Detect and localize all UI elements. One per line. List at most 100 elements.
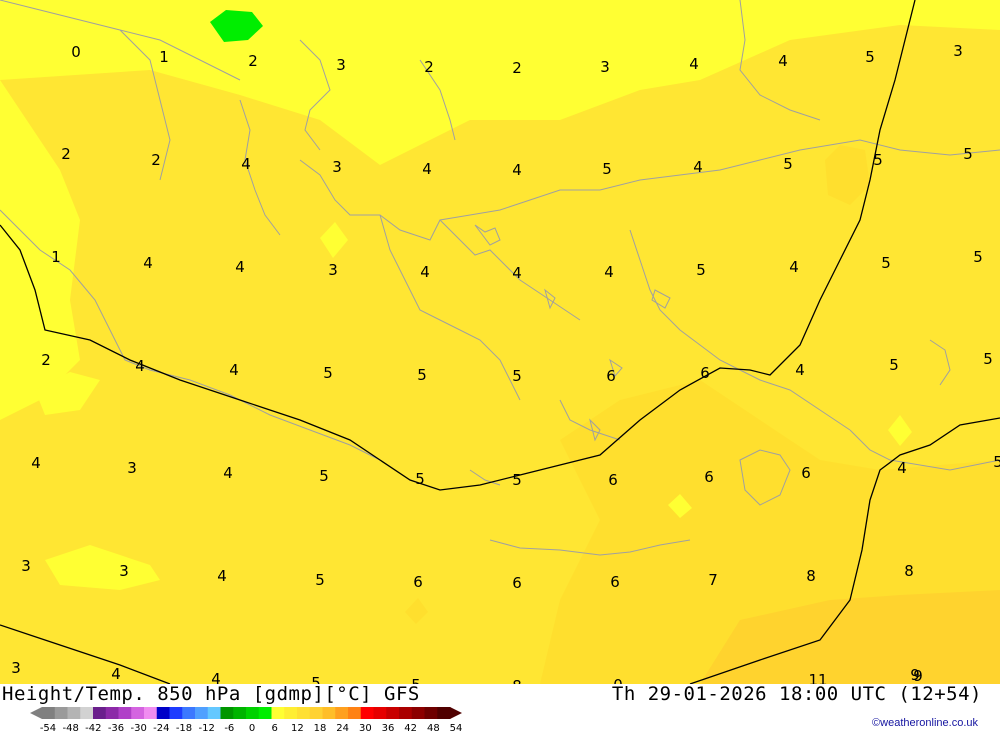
value-label: 5 [783,155,793,173]
value-label: 5 [602,160,612,178]
legend-label: 36 [382,723,395,732]
legend-label: -48 [62,723,78,732]
value-label: 5 [512,367,522,385]
legend-arrow-left [30,707,42,719]
valid-time: Th 29-01-2026 18:00 UTC (12+54) [611,683,982,705]
legend-label: -12 [198,723,214,732]
legend-swatch [284,707,298,719]
value-label: 4 [211,670,221,684]
value-label: 6 [606,367,616,385]
value-label: 2 [512,59,522,77]
legend-label: 6 [271,723,277,732]
value-label: 5 [415,470,425,488]
value-label: 1 [159,48,169,66]
value-label: 5 [315,571,325,589]
value-label: 4 [111,665,121,683]
legend-swatch [144,707,158,719]
weather-map: 0 1 2 3 2 2 3 4 4 5 3 2 2 4 3 4 4 5 4 5 5 5 1 4 4 3 4 4 4 5 4 5 5 2 4 4 5 5 5 6… [0,0,1000,684]
legend-swatch [424,707,438,719]
legend-swatch [207,707,221,719]
legend-swatch [373,707,387,719]
value-label: 4 [31,454,41,472]
legend-swatch [118,707,132,719]
value-label: 4 [241,155,251,173]
value-label: 6 [704,468,714,486]
legend-swatch [411,707,425,719]
legend-arrow-right [450,707,462,719]
value-label: 3 [336,56,346,74]
legend-swatch [386,707,400,719]
value-label: 0 [71,43,81,61]
value-label: 4 [235,258,245,276]
value-label: 1 [51,248,61,266]
value-label: 5 [963,145,973,163]
legend-label: 18 [314,723,327,732]
value-label: 5 [873,151,883,169]
legend-label: 54 [450,723,463,732]
value-label: 3 [119,562,129,580]
legend-swatch [54,707,68,719]
value-label: 2 [151,151,161,169]
value-label: 4 [689,55,699,73]
value-label: 3 [11,659,21,677]
value-label: 5 [417,366,427,384]
legend-swatch [80,707,94,719]
value-label: 3 [600,58,610,76]
legend-swatch [93,707,107,719]
legend-swatch [271,707,285,719]
legend-label: -30 [130,723,146,732]
value-label: 4 [789,258,799,276]
value-label: 6 [801,464,811,482]
value-label: 4 [135,357,145,375]
value-label: 4 [229,361,239,379]
legend-swatch [169,707,183,719]
legend-swatch [348,707,362,719]
value-label: 3 [328,261,338,279]
color-legend: -54 -48 -42 -36 -30 -24 -18 -12 -6 0 6 12 18 24 30 36 42… [30,707,463,732]
value-label: 4 [143,254,153,272]
value-label: 5 [889,356,899,374]
value-label: 5 [319,467,329,485]
value-label: 4 [512,264,522,282]
value-label: 7 [708,571,718,589]
value-label: 6 [413,573,423,591]
value-label: 8 [904,562,914,580]
value-label: 5 [865,48,875,66]
value-label: 4 [778,52,788,70]
value-label: 4 [795,361,805,379]
value-label: 4 [223,464,233,482]
value-label: 4 [420,263,430,281]
value-label: 8 [806,567,816,585]
value-label: 9 [913,667,923,684]
value-label: 4 [217,567,227,585]
legend-swatch [399,707,413,719]
value-label: 3 [953,42,963,60]
value-label: 2 [61,145,71,163]
legend-label: 30 [359,723,372,732]
legend-label: 42 [404,723,417,732]
legend-swatch [105,707,119,719]
legend-swatch [297,707,311,719]
value-label: 2 [424,58,434,76]
value-label: 8 [512,677,522,684]
value-label: 2 [41,351,51,369]
value-label: 5 [512,471,522,489]
legend-swatch [220,707,234,719]
legend-label: -54 [40,723,56,732]
credit-link[interactable]: ©weatheronline.co.uk [872,717,978,729]
legend-label: -24 [153,723,169,732]
value-label: 6 [610,573,620,591]
value-label: 4 [604,263,614,281]
legend-swatch [246,707,260,719]
value-label: 6 [608,471,618,489]
map-title: Height/Temp. 850 hPa [gdmp][°C] GFS [2,683,420,705]
legend-label: -18 [176,723,192,732]
value-label: 5 [696,261,706,279]
value-label: 5 [973,248,983,266]
legend-label: -42 [85,723,101,732]
value-label: 6 [512,574,522,592]
legend-swatch [437,707,451,719]
value-label: 3 [21,557,31,575]
value-label: 3 [332,158,342,176]
value-label: 4 [897,459,907,477]
